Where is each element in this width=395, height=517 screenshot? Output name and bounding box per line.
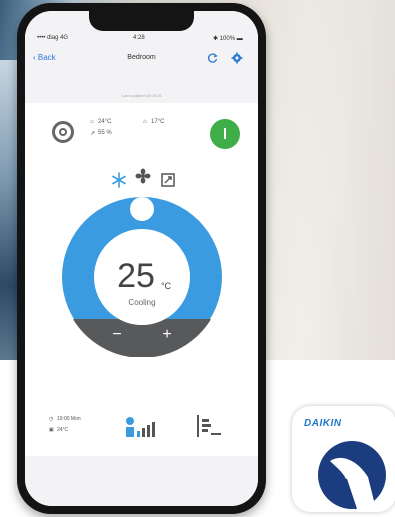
consumption-icon[interactable]: [195, 413, 225, 439]
page-title: Bedroom: [127, 54, 156, 61]
schedule-icon: ◷: [49, 416, 54, 422]
humidity: 55 %: [98, 130, 112, 136]
outdoor-temp-icon: ⌂: [143, 119, 147, 125]
status-bar: •••• diag 4G 4:28 ✱ 100% ▬: [25, 33, 258, 45]
settings-icon[interactable]: [231, 52, 243, 64]
status-carrier: •••• diag 4G: [37, 35, 69, 41]
mode-row: [25, 166, 258, 192]
increase-button[interactable]: +: [162, 326, 171, 343]
refresh-icon[interactable]: [207, 52, 219, 64]
schedule-temp-icon: ▣: [49, 427, 54, 433]
outdoor-temp: 17°C: [151, 119, 165, 125]
status-battery: ✱ 100% ▬: [213, 36, 243, 42]
temperature-dial[interactable]: 25 °C Cooling − +: [62, 197, 222, 357]
phone-notch: [89, 11, 194, 31]
bottom-bar: ◷ 19:00 Mon ▣ 24°C: [25, 401, 258, 451]
app-brand-name: DAIKIN: [304, 418, 342, 429]
decrease-button[interactable]: −: [112, 326, 121, 343]
home-indicator-area: [25, 456, 258, 506]
fan-speed-icon[interactable]: [123, 415, 159, 439]
indoor-temp: 24°C: [98, 119, 112, 125]
background-shade: [300, 0, 395, 360]
last-updated-text: Last updated 15:05:18: [121, 93, 162, 98]
indoor-temp-icon: ⌂: [90, 119, 94, 125]
schedule-temp: 24°C: [57, 427, 69, 433]
daikin-logo-icon: [318, 441, 386, 510]
power-button[interactable]: [210, 119, 240, 149]
dial-knob[interactable]: [130, 197, 154, 221]
mode-label: Cooling: [128, 298, 155, 307]
swing-icon[interactable]: [161, 173, 175, 187]
humidity-icon: ↗: [90, 131, 96, 137]
status-row: ⌂ 24°C ⌂ 17°C ↗ 55 %: [25, 111, 258, 161]
target-temperature: 25: [117, 257, 155, 295]
temperature-unit: °C: [161, 281, 172, 291]
nav-bar: ‹ Back Bedroom: [25, 47, 258, 71]
snowflake-icon[interactable]: [111, 172, 127, 188]
fan-icon[interactable]: [135, 168, 151, 184]
status-time: 4:28: [133, 35, 145, 41]
schedule-time: 19:00 Mon: [57, 416, 81, 422]
phone-frame: •••• diag 4G 4:28 ✱ 100% ▬ ‹ Back Bedroo…: [17, 3, 266, 514]
on-off-icon: [52, 121, 74, 143]
daikin-app-icon[interactable]: DAIKIN: [292, 406, 395, 512]
phone-screen: •••• diag 4G 4:28 ✱ 100% ▬ ‹ Back Bedroo…: [25, 11, 258, 506]
